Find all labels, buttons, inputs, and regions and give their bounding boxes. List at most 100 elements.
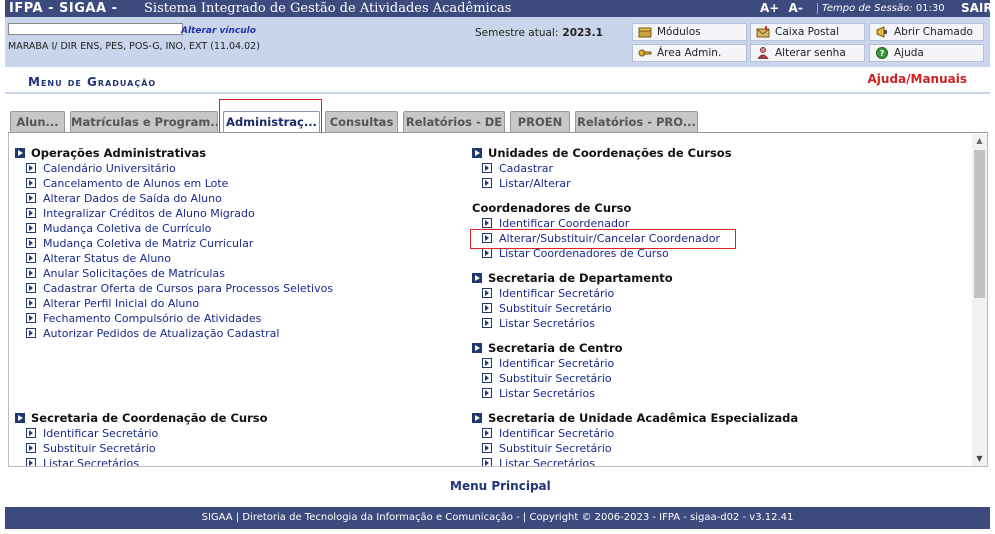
content-scrollbar[interactable]: ▲ ▼ bbox=[972, 134, 987, 466]
font-decrease-button[interactable]: A- bbox=[789, 1, 803, 15]
tab-relatorios-pro[interactable]: Relatórios - PRO... bbox=[575, 111, 698, 133]
section-coordenadores-curso: Coordenadores de Curso bbox=[472, 201, 632, 215]
bullet-arrow-icon bbox=[482, 218, 492, 228]
user-info-bar: Alterar vínculo MARABA I/ DIR ENS, PES, … bbox=[5, 17, 990, 67]
link-mudanca-coletiva-curriculo[interactable]: Mudança Coletiva de Currículo bbox=[26, 222, 211, 235]
link-identificar-secretario[interactable]: Identificar Secretário bbox=[26, 427, 158, 440]
logout-button[interactable]: SAIR bbox=[961, 0, 993, 17]
menu-principal-link[interactable]: Menu Principal bbox=[450, 479, 551, 493]
link-mudanca-coletiva-matriz[interactable]: Mudança Coletiva de Matriz Curricular bbox=[26, 237, 253, 250]
link-depto-substituir-secretario[interactable]: Substituir Secretário bbox=[482, 302, 612, 315]
user-key-icon bbox=[756, 47, 770, 60]
section-operacoes-administrativas: Operações Administrativas bbox=[15, 146, 206, 160]
bullet-arrow-icon bbox=[482, 288, 492, 298]
section-secretaria-coordenacao-curso: Secretaria de Coordenação de Curso bbox=[15, 411, 268, 425]
help-icon: ? bbox=[875, 47, 889, 59]
bullet-arrow-icon bbox=[26, 313, 36, 323]
area-admin-label: Área Admin. bbox=[657, 47, 722, 59]
link-listar-secretarios[interactable]: Listar Secretários bbox=[26, 457, 139, 466]
alterar-senha-button[interactable]: Alterar senha bbox=[750, 44, 865, 62]
link-unidade-substituir-secretario[interactable]: Substituir Secretário bbox=[482, 442, 612, 455]
link-centro-substituir-secretario[interactable]: Substituir Secretário bbox=[482, 372, 612, 385]
link-depto-identificar-secretario[interactable]: Identificar Secretário bbox=[482, 287, 614, 300]
tab-relatorios-de[interactable]: Relatórios - DE bbox=[403, 111, 505, 133]
link-centro-listar-secretarios[interactable]: Listar Secretários bbox=[482, 387, 595, 400]
menu-header: Menu de Graduação Ajuda/Manuais bbox=[5, 68, 990, 94]
tab-content: Operações Administrativas Calendário Uni… bbox=[8, 133, 988, 467]
link-calendario-universitario[interactable]: Calendário Universitário bbox=[26, 162, 176, 175]
area-admin-button[interactable]: Área Admin. bbox=[632, 44, 747, 62]
item-highlight-box bbox=[470, 229, 736, 249]
scroll-thumb[interactable] bbox=[974, 150, 985, 298]
tab-bar: Alun... Matrículas e Program... Administ… bbox=[8, 111, 968, 134]
link-depto-listar-secretarios[interactable]: Listar Secretários bbox=[482, 317, 595, 330]
bullet-arrow-icon bbox=[26, 193, 36, 203]
alterar-senha-label: Alterar senha bbox=[775, 47, 846, 59]
caixa-postal-button[interactable]: Caixa Postal bbox=[750, 23, 865, 41]
link-fechamento-compulsorio[interactable]: Fechamento Compulsório de Atividades bbox=[26, 312, 261, 325]
tab-matriculas[interactable]: Matrículas e Program... bbox=[70, 111, 218, 133]
link-integralizar-creditos[interactable]: Integralizar Créditos de Aluno Migrado bbox=[26, 207, 255, 220]
alterar-vinculo-link[interactable]: Alterar vínculo bbox=[181, 26, 256, 36]
link-centro-identificar-secretario[interactable]: Identificar Secretário bbox=[482, 357, 614, 370]
section-unidades-coordenacoes: Unidades de Coordenações de Cursos bbox=[472, 146, 732, 160]
link-alterar-status-aluno[interactable]: Alterar Status de Aluno bbox=[26, 252, 171, 265]
font-increase-button[interactable]: A+ bbox=[760, 1, 779, 15]
bullet-arrow-icon bbox=[26, 428, 36, 438]
session-timer: Tempo de Sessão: 01:30 bbox=[822, 0, 945, 17]
bullet-arrow-icon bbox=[26, 298, 36, 308]
link-cadastrar[interactable]: Cadastrar bbox=[482, 162, 553, 175]
ajuda-label: Ajuda bbox=[894, 47, 924, 59]
abrir-chamado-button[interactable]: Abrir Chamado bbox=[869, 23, 984, 41]
bullet-arrow-icon bbox=[26, 223, 36, 233]
page: IFPA - SIGAA - Sistema Integrado de Gest… bbox=[0, 0, 995, 534]
modulos-label: Módulos bbox=[657, 26, 701, 38]
bullet-arrow-icon bbox=[26, 238, 36, 248]
caixa-postal-label: Caixa Postal bbox=[775, 26, 839, 38]
ajuda-button[interactable]: ? Ajuda bbox=[869, 44, 984, 62]
bullet-arrow-icon bbox=[482, 163, 492, 173]
section-bullet-icon bbox=[472, 343, 482, 353]
bullet-arrow-icon bbox=[482, 178, 492, 188]
section-bullet-icon bbox=[472, 413, 482, 423]
link-anular-solicitacoes[interactable]: Anular Solicitações de Matrículas bbox=[26, 267, 225, 280]
ajuda-manuais-link[interactable]: Ajuda/Manuais bbox=[868, 72, 968, 86]
tab-consultas[interactable]: Consultas bbox=[325, 111, 398, 133]
section-bullet-icon bbox=[15, 413, 25, 423]
link-cadastrar-oferta-cursos[interactable]: Cadastrar Oferta de Cursos para Processo… bbox=[26, 282, 333, 295]
lotacao-text: MARABA I/ DIR ENS, PES, POS-G, INO, EXT … bbox=[8, 41, 260, 52]
scroll-down-icon[interactable]: ▼ bbox=[972, 452, 987, 466]
system-name: Sistema Integrado de Gestão de Atividade… bbox=[144, 1, 512, 16]
section-secretaria-departamento: Secretaria de Departamento bbox=[472, 271, 673, 285]
key-icon bbox=[638, 47, 652, 59]
link-alterar-perfil-inicial[interactable]: Alterar Perfil Inicial do Aluno bbox=[26, 297, 199, 310]
megaphone-icon bbox=[875, 26, 889, 38]
semestre-label: Semestre atual: bbox=[475, 27, 559, 39]
link-unidade-listar-secretarios[interactable]: Listar Secretários bbox=[482, 457, 595, 466]
footer: SIGAA | Diretoria de Tecnologia da Infor… bbox=[5, 507, 990, 529]
bullet-arrow-icon bbox=[482, 388, 492, 398]
link-substituir-secretario[interactable]: Substituir Secretário bbox=[26, 442, 156, 455]
link-unidade-identificar-secretario[interactable]: Identificar Secretário bbox=[482, 427, 614, 440]
link-listar-alterar[interactable]: Listar/Alterar bbox=[482, 177, 571, 190]
font-size-controls: A+ A- bbox=[760, 0, 808, 17]
bullet-arrow-icon bbox=[482, 373, 492, 383]
bullet-arrow-icon bbox=[26, 178, 36, 188]
bullet-arrow-icon bbox=[26, 253, 36, 263]
bullet-arrow-icon bbox=[482, 428, 492, 438]
link-alterar-dados-saida[interactable]: Alterar Dados de Saída do Aluno bbox=[26, 192, 222, 205]
bullet-arrow-icon bbox=[482, 318, 492, 328]
tab-proen[interactable]: PROEN bbox=[510, 111, 570, 133]
scroll-up-icon[interactable]: ▲ bbox=[972, 134, 987, 148]
link-autorizar-pedidos[interactable]: Autorizar Pedidos de Atualização Cadastr… bbox=[26, 327, 279, 340]
bullet-arrow-icon bbox=[26, 163, 36, 173]
top-bar: IFPA - SIGAA - Sistema Integrado de Gest… bbox=[5, 0, 993, 17]
tab-aluno[interactable]: Alun... bbox=[10, 111, 65, 133]
bullet-arrow-icon bbox=[482, 248, 492, 258]
section-bullet-icon bbox=[472, 273, 482, 283]
modulos-button[interactable]: Módulos bbox=[632, 23, 747, 41]
section-secretaria-centro: Secretaria de Centro bbox=[472, 341, 623, 355]
link-cancelamento-alunos-lote[interactable]: Cancelamento de Alunos em Lote bbox=[26, 177, 228, 190]
bullet-arrow-icon bbox=[482, 458, 492, 466]
mailbox-icon bbox=[756, 26, 770, 38]
